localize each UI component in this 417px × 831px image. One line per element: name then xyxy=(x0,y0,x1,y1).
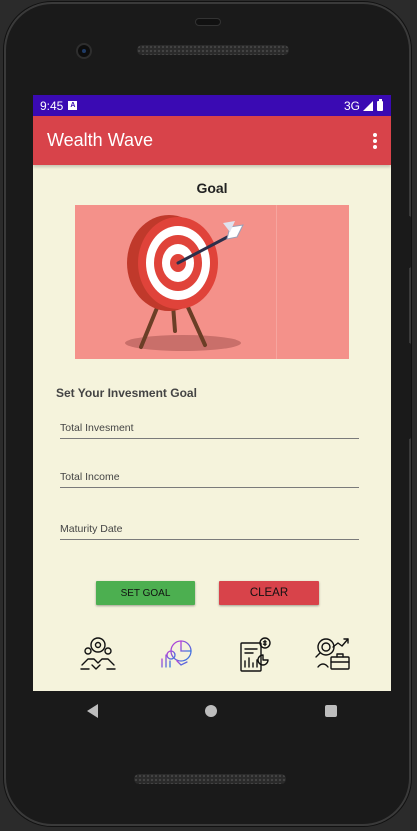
app-title: Wealth Wave xyxy=(47,130,154,150)
system-nav-bar xyxy=(33,691,391,731)
overflow-menu-icon[interactable] xyxy=(373,133,377,149)
status-time: 9:45 xyxy=(40,98,64,113)
analytics-chart-icon[interactable] xyxy=(157,635,197,675)
target-arrow-icon xyxy=(125,215,244,351)
top-slit xyxy=(195,18,221,26)
total-income-input[interactable] xyxy=(60,464,359,483)
front-camera xyxy=(76,43,92,59)
recents-icon[interactable] xyxy=(325,705,338,717)
total-investment-field[interactable] xyxy=(60,415,359,439)
total-income-field[interactable] xyxy=(60,464,359,488)
volume-button xyxy=(406,343,411,439)
total-investment-input[interactable] xyxy=(60,415,359,434)
home-icon[interactable] xyxy=(205,705,218,717)
app-bar: Wealth Wave xyxy=(33,116,391,165)
section-title: Set Your Invesment Goal xyxy=(56,386,197,400)
signal-icon xyxy=(363,100,373,111)
earpiece-speaker xyxy=(137,45,289,55)
back-icon[interactable] xyxy=(86,704,98,718)
app-screen: 9:45 A 3G Wealth Wave Goal Set Your Inve… xyxy=(33,95,391,691)
clear-button[interactable]: CLEAR xyxy=(219,581,319,605)
financial-report-icon[interactable] xyxy=(235,635,275,675)
bottom-speaker xyxy=(134,774,286,784)
investment-search-icon[interactable] xyxy=(313,635,353,675)
status-bar: 9:45 A 3G xyxy=(33,95,391,116)
page-title: Goal xyxy=(196,180,228,196)
network-type: 3G xyxy=(343,98,360,113)
battery-icon xyxy=(377,98,383,111)
notification-icon: A xyxy=(68,101,78,110)
maturity-date-field[interactable] xyxy=(60,516,359,540)
goal-banner-image xyxy=(75,205,349,359)
maturity-date-input[interactable] xyxy=(60,516,359,535)
handshake-team-icon[interactable] xyxy=(78,635,118,675)
set-goal-button[interactable]: SET GOAL xyxy=(96,581,195,605)
bottom-icon-bar xyxy=(33,635,391,675)
power-button xyxy=(406,216,411,268)
